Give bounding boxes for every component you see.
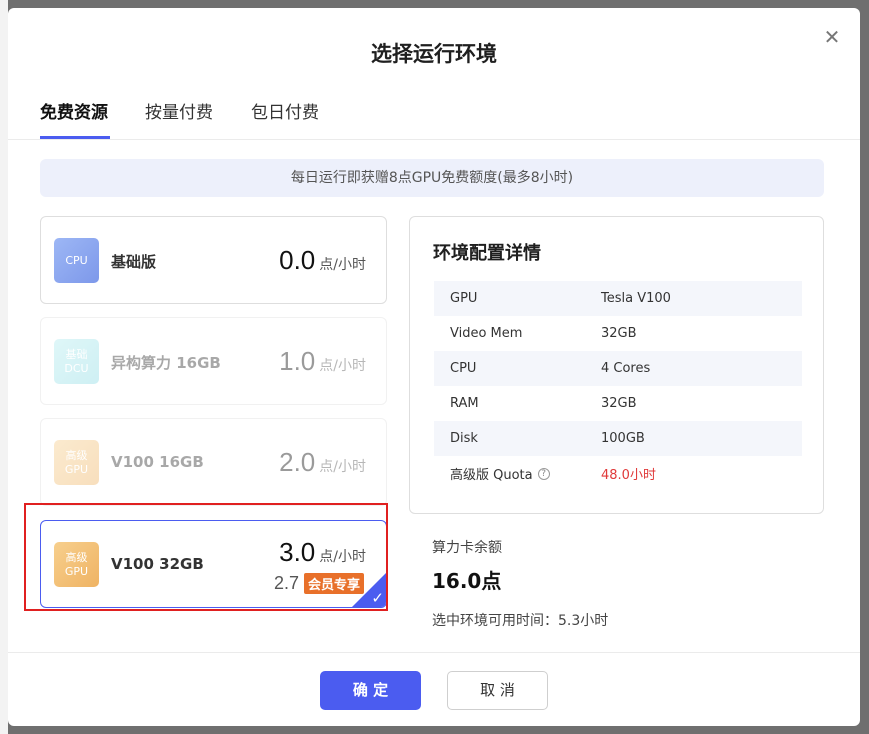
details-title: 环境配置详情 bbox=[433, 243, 541, 264]
price-value: 0.0 bbox=[279, 245, 316, 275]
spec-value: 4 Cores bbox=[601, 361, 651, 376]
option-name: 异构算力 16GB bbox=[111, 354, 221, 372]
spec-value: 32GB bbox=[601, 396, 637, 411]
help-icon[interactable]: ? bbox=[537, 467, 550, 480]
dcu-chip-icon: 基础 DCU bbox=[54, 339, 99, 384]
spec-table: GPU Tesla V100 Video Mem 32GB CPU 4 Core… bbox=[434, 281, 802, 491]
spec-row: RAM 32GB bbox=[434, 386, 802, 421]
quota-value: 48.0小时 bbox=[601, 468, 656, 483]
gpu-chip-icon: 高级 GPU bbox=[54, 542, 99, 587]
spec-key: CPU bbox=[450, 361, 477, 376]
option-name: V100 32GB bbox=[111, 555, 204, 573]
free-quota-banner: 每日运行即获赠8点GPU免费额度(最多8小时) bbox=[40, 159, 824, 197]
tab-pay-per-use[interactable]: 按量付费 bbox=[145, 98, 213, 123]
spec-key: 高级版 Quota ? bbox=[434, 464, 601, 483]
option-card-dcu: 基础 DCU 异构算力 16GB 1.0 点/小时 bbox=[40, 317, 387, 405]
price-value: 2.0 bbox=[279, 447, 316, 477]
member-price-line: 2.7 会员专享 bbox=[274, 573, 364, 594]
config-details-panel: 环境配置详情 GPU Tesla V100 Video Mem 32GB CPU… bbox=[409, 216, 824, 514]
spec-row: Disk 100GB bbox=[434, 421, 802, 456]
spec-row: 高级版 Quota ? 48.0小时 bbox=[434, 456, 802, 491]
option-price: 3.0 点/小时 bbox=[279, 537, 366, 568]
background-page-strip bbox=[0, 0, 8, 734]
check-icon: ✓ bbox=[371, 589, 384, 607]
spec-row: Video Mem 32GB bbox=[434, 316, 802, 351]
chip-label: CPU bbox=[65, 253, 88, 267]
price-value: 3.0 bbox=[279, 537, 316, 567]
cpu-chip-icon: CPU bbox=[54, 238, 99, 283]
gpu-chip-icon: 高级 GPU bbox=[54, 440, 99, 485]
spec-value: Tesla V100 bbox=[601, 291, 671, 306]
dialog-footer: 确 定 取 消 bbox=[8, 652, 860, 726]
chip-label: 高级 GPU bbox=[64, 448, 89, 476]
tab-free-resources[interactable]: 免费资源 bbox=[40, 98, 108, 123]
price-unit: 点/小时 bbox=[319, 257, 366, 273]
option-price: 1.0 点/小时 bbox=[279, 346, 366, 377]
spec-key: GPU bbox=[450, 291, 478, 306]
confirm-button[interactable]: 确 定 bbox=[320, 671, 421, 710]
price-unit: 点/小时 bbox=[319, 358, 366, 374]
balance-value: 16.0点 bbox=[432, 569, 502, 593]
chip-label: 基础 DCU bbox=[64, 347, 89, 375]
dialog-title: 选择运行环境 bbox=[371, 42, 497, 66]
balance-label: 算力卡余额 bbox=[432, 540, 502, 556]
spec-row: GPU Tesla V100 bbox=[434, 281, 802, 316]
spec-value: 100GB bbox=[601, 431, 645, 446]
quota-key-label: 高级版 Quota bbox=[450, 468, 533, 483]
option-card-basic[interactable]: CPU 基础版 0.0 点/小时 bbox=[40, 216, 387, 304]
close-icon[interactable]: ✕ bbox=[821, 26, 843, 48]
chip-label: 高级 GPU bbox=[64, 550, 89, 578]
price-value: 1.0 bbox=[279, 346, 316, 376]
tab-daily-pass[interactable]: 包日付费 bbox=[251, 98, 319, 123]
option-price: 2.0 点/小时 bbox=[279, 447, 366, 478]
active-tab-indicator bbox=[40, 136, 110, 139]
spec-key: RAM bbox=[450, 396, 479, 411]
tab-bar: 免费资源 按量付费 包日付费 bbox=[8, 94, 860, 140]
option-name: V100 16GB bbox=[111, 453, 204, 471]
available-time: 选中环境可用时间：5.3小时 bbox=[432, 613, 609, 629]
option-card-v100-32gb[interactable]: 高级 GPU V100 32GB 3.0 点/小时 2.7 会员专享 ✓ bbox=[40, 520, 387, 608]
environment-dialog: 选择运行环境 ✕ 免费资源 按量付费 包日付费 每日运行即获赠8点GPU免费额度… bbox=[8, 8, 860, 726]
spec-key: Video Mem bbox=[450, 326, 523, 341]
price-unit: 点/小时 bbox=[319, 459, 366, 475]
spec-row: CPU 4 Cores bbox=[434, 351, 802, 386]
option-card-v100-16gb: 高级 GPU V100 16GB 2.0 点/小时 bbox=[40, 418, 387, 506]
spec-value: 32GB bbox=[601, 326, 637, 341]
member-price: 2.7 bbox=[273, 573, 299, 593]
cancel-button[interactable]: 取 消 bbox=[447, 671, 548, 710]
spec-key: Disk bbox=[450, 431, 478, 446]
option-name: 基础版 bbox=[111, 253, 157, 271]
price-unit: 点/小时 bbox=[319, 549, 366, 565]
option-price: 0.0 点/小时 bbox=[279, 245, 366, 276]
